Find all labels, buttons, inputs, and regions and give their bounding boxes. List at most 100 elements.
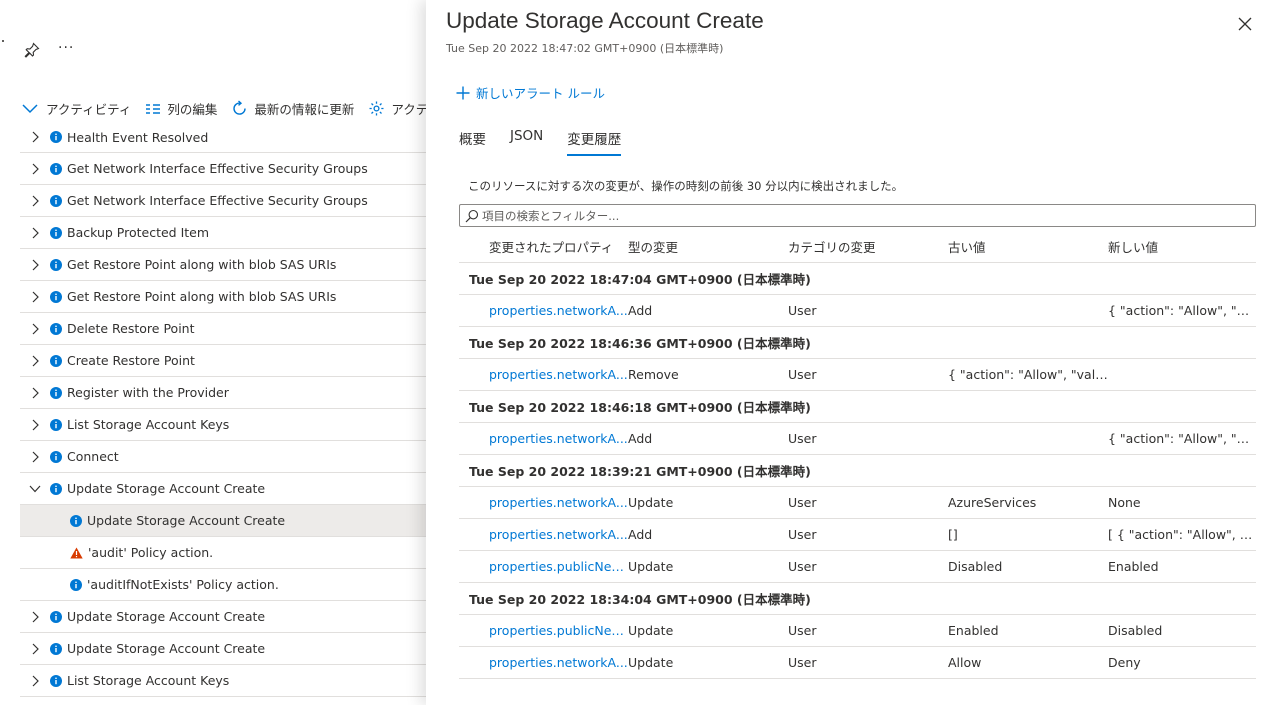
chevron-right-icon[interactable] <box>30 675 40 687</box>
pin-icon[interactable] <box>24 42 40 62</box>
activity-row[interactable]: Update Storage Account Create <box>20 633 426 665</box>
changed-property-link[interactable]: properties.networkA... <box>459 431 628 446</box>
tab-json[interactable]: JSON <box>510 128 543 156</box>
activity-row[interactable]: Get Restore Point along with blob SAS UR… <box>20 281 426 313</box>
info-icon <box>50 642 62 655</box>
chevron-right-icon[interactable] <box>30 451 40 463</box>
expand-toggle[interactable] <box>20 643 50 655</box>
expand-toggle[interactable] <box>20 355 50 367</box>
chevron-right-icon[interactable] <box>30 259 40 271</box>
activity-row-label: 'auditIfNotExists' Policy action. <box>87 577 279 592</box>
activity-toolbar: アクティビティ 列の編集 最新の情報に更新 アクティビ <box>20 99 426 118</box>
chevron-right-icon[interactable] <box>30 227 40 239</box>
activity-settings-button[interactable]: アクティビ <box>368 99 426 118</box>
chevron-right-icon[interactable] <box>30 195 40 207</box>
activity-row[interactable]: Update Storage Account Create <box>20 473 426 505</box>
chevron-right-icon[interactable] <box>30 611 40 623</box>
changed-property-link[interactable]: properties.networkA... <box>459 303 628 318</box>
column-header-category[interactable]: カテゴリの変更 <box>788 237 948 256</box>
activity-row-label: Delete Restore Point <box>67 321 195 336</box>
activity-toggle-button[interactable]: アクティビティ <box>20 99 131 118</box>
activity-row[interactable]: Update Storage Account Create <box>20 601 426 633</box>
activity-row[interactable]: Delete Restore Point <box>20 313 426 345</box>
activity-row[interactable]: Backup Protected Item <box>20 217 426 249</box>
activity-row-label: Update Storage Account Create <box>67 609 266 624</box>
chevron-right-icon[interactable] <box>30 419 40 431</box>
chevron-right-icon[interactable] <box>30 291 40 303</box>
activity-row-label: Connect <box>67 449 119 464</box>
activity-row[interactable]: Connect <box>20 441 426 473</box>
activity-row[interactable]: Health Event Resolved <box>20 122 426 153</box>
column-header-new-value[interactable]: 新しい値 <box>1108 237 1256 256</box>
change-row[interactable]: properties.publicNet... Update User Disable… <box>459 551 1256 583</box>
chevron-right-icon[interactable] <box>30 643 40 655</box>
activity-row[interactable]: 'audit' Policy action. <box>20 537 426 569</box>
changed-property-link[interactable]: properties.networkA... <box>459 655 628 670</box>
edit-columns-button[interactable]: 列の編集 <box>145 99 217 118</box>
changes-table: 変更されたプロパティ 型の変更 カテゴリの変更 古い値 新しい値 Tue Sep… <box>459 230 1256 679</box>
change-row[interactable]: properties.networkA... Add User { "action":… <box>459 423 1256 455</box>
close-icon[interactable] <box>1238 16 1252 35</box>
expand-toggle[interactable] <box>20 675 50 687</box>
more-options-icon[interactable]: ··· <box>58 40 74 56</box>
new-value: { "action": "Allow", "valu... <box>1108 431 1256 446</box>
changed-property-link[interactable]: properties.publicNet... <box>459 623 628 638</box>
column-header-old-value[interactable]: 古い値 <box>948 237 1108 256</box>
activity-row-label: Update Storage Account Create <box>67 481 266 496</box>
details-flyout: Update Storage Account Create Tue Sep 20… <box>426 0 1275 705</box>
expand-toggle[interactable] <box>20 611 50 623</box>
chevron-right-icon[interactable] <box>30 323 40 335</box>
info-icon <box>50 226 62 239</box>
tab-overview[interactable]: 概要 <box>459 128 486 156</box>
change-category: User <box>788 559 817 574</box>
activity-row[interactable]: List Storage Account Keys <box>20 409 426 441</box>
changed-property-link[interactable]: properties.networkA... <box>459 367 628 382</box>
expand-toggle[interactable] <box>20 259 50 271</box>
chevron-right-icon[interactable] <box>30 355 40 367</box>
chevron-right-icon[interactable] <box>30 163 40 175</box>
activity-row[interactable]: Get Network Interface Effective Security… <box>20 185 426 217</box>
activity-row-label: Get Restore Point along with blob SAS UR… <box>67 289 337 304</box>
changed-property-link[interactable]: properties.networkA... <box>459 527 628 542</box>
chevron-right-icon[interactable] <box>30 131 40 143</box>
change-group-time: Tue Sep 20 2022 18:39:21 GMT+0900 (日本標準時… <box>459 455 1256 487</box>
column-header-property[interactable]: 変更されたプロパティ <box>459 237 628 256</box>
info-icon <box>50 610 62 623</box>
activity-row[interactable]: Update Storage Account Create <box>20 505 426 537</box>
changed-property-link[interactable]: properties.networkA... <box>459 495 628 510</box>
expand-toggle[interactable] <box>20 451 50 463</box>
refresh-button[interactable]: 最新の情報に更新 <box>231 99 354 118</box>
expand-toggle[interactable] <box>20 131 50 143</box>
activity-row-label: List Storage Account Keys <box>67 417 230 432</box>
tab-change-history[interactable]: 変更履歴 <box>567 128 622 156</box>
change-row[interactable]: properties.networkA... Add User { "action":… <box>459 295 1256 327</box>
expand-toggle[interactable] <box>20 291 50 303</box>
search-box[interactable] <box>459 204 1256 227</box>
chevron-down-icon[interactable] <box>29 484 41 494</box>
change-row[interactable]: properties.publicNet... Update User Enabled… <box>459 615 1256 647</box>
changed-property-link[interactable]: properties.publicNet... <box>459 559 628 574</box>
expand-toggle[interactable] <box>20 387 50 399</box>
expand-toggle[interactable] <box>20 163 50 175</box>
activity-row[interactable]: 'auditIfNotExists' Policy action. <box>20 569 426 601</box>
expand-toggle[interactable] <box>20 419 50 431</box>
change-row[interactable]: properties.networkA... Update User AzureSer… <box>459 487 1256 519</box>
change-row[interactable]: properties.networkA... Add User [] [ { "acti… <box>459 519 1256 551</box>
expand-toggle[interactable] <box>20 323 50 335</box>
activity-row[interactable]: Register with the Provider <box>20 377 426 409</box>
change-row[interactable]: properties.networkA... Remove User { "actio… <box>459 359 1256 391</box>
change-group-time: Tue Sep 20 2022 18:47:04 GMT+0900 (日本標準時… <box>459 263 1256 295</box>
change-row[interactable]: properties.networkA... Update User Allow Den… <box>459 647 1256 679</box>
activity-row[interactable]: Get Restore Point along with blob SAS UR… <box>20 249 426 281</box>
search-input[interactable] <box>482 208 1242 223</box>
expand-toggle[interactable] <box>20 227 50 239</box>
chevron-right-icon[interactable] <box>30 387 40 399</box>
activity-row[interactable]: Create Restore Point <box>20 345 426 377</box>
info-icon <box>50 194 62 207</box>
expand-toggle[interactable] <box>20 195 50 207</box>
activity-row[interactable]: List Storage Account Keys <box>20 665 426 697</box>
column-header-type[interactable]: 型の変更 <box>628 237 788 256</box>
new-alert-rule-button[interactable]: 新しいアラート ルール <box>456 83 605 102</box>
activity-row[interactable]: Get Network Interface Effective Security… <box>20 153 426 185</box>
expand-toggle[interactable] <box>20 484 50 494</box>
